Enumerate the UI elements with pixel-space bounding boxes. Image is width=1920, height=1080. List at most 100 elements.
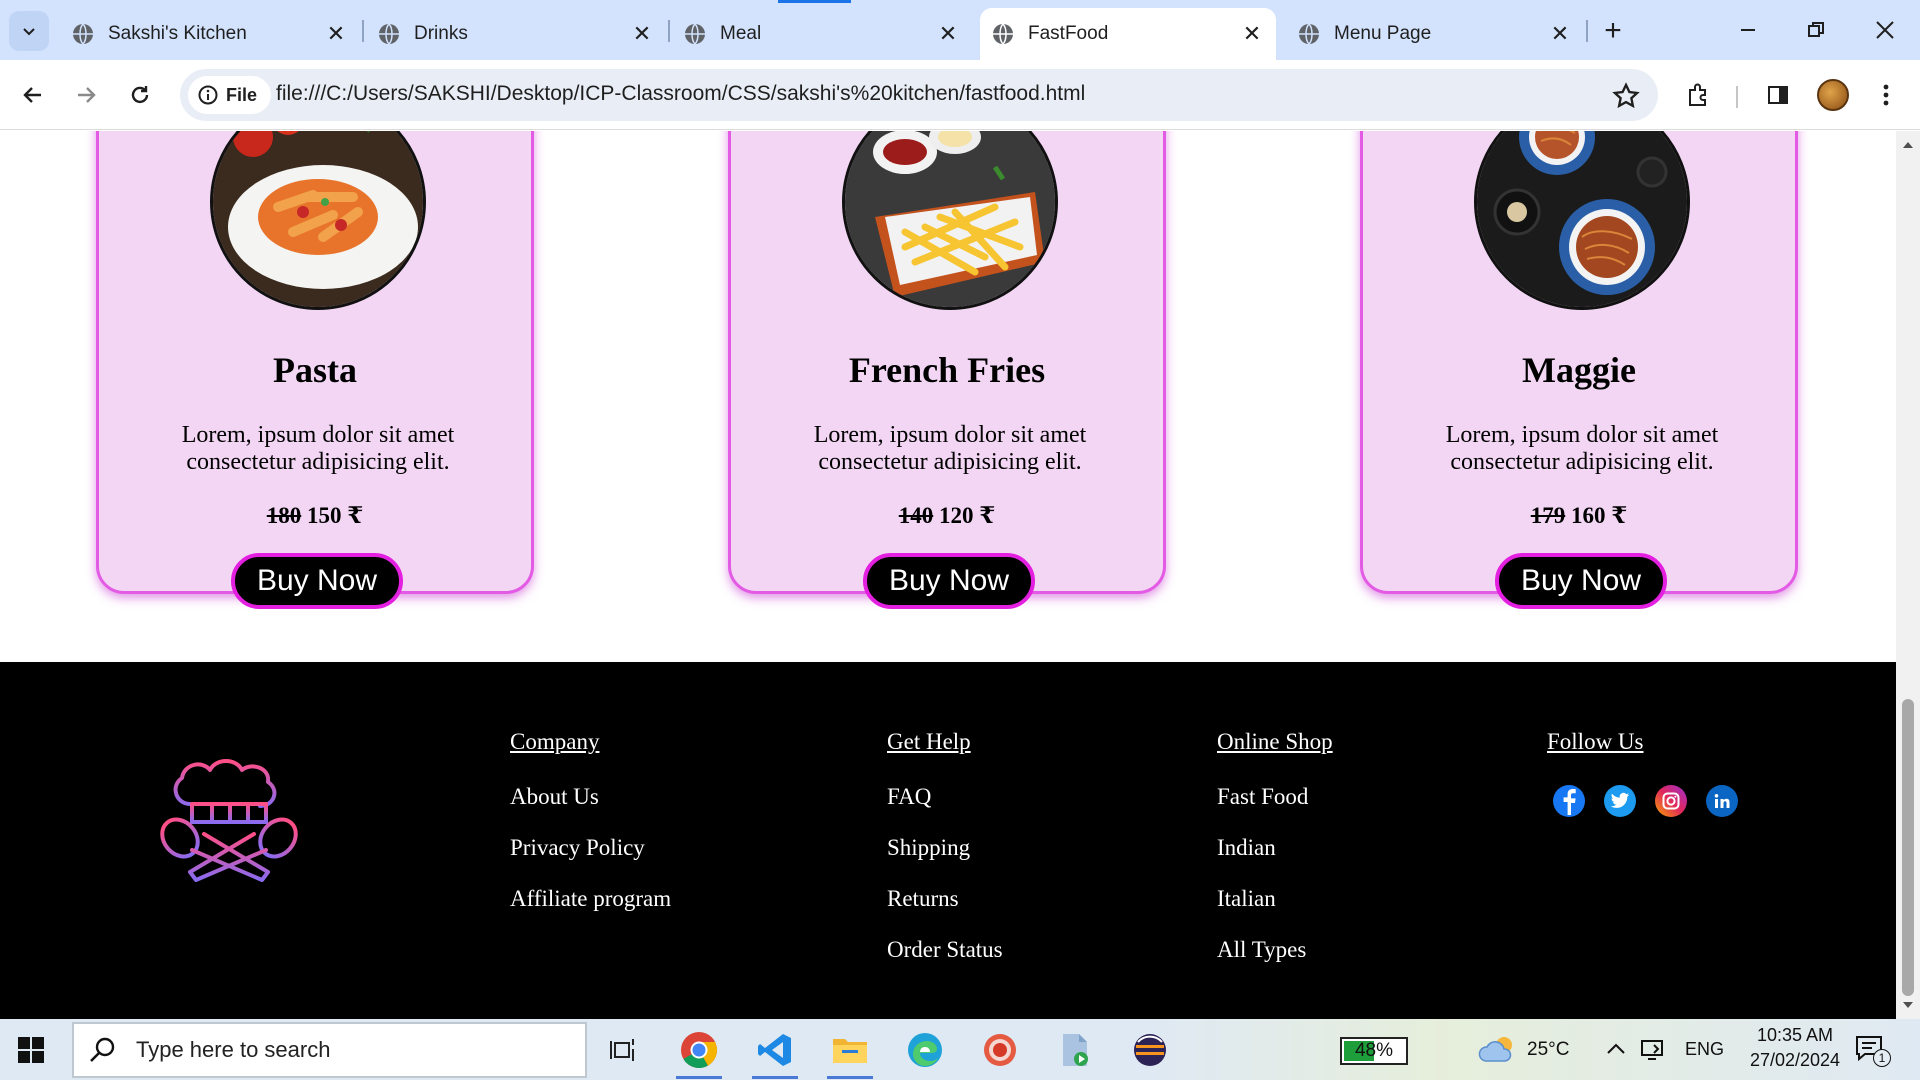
site-footer: Company About Us Privacy Policy Affiliat… <box>0 662 1896 1019</box>
close-icon[interactable]: ✕ <box>1548 21 1572 46</box>
vscode-taskbar-app[interactable] <box>750 1027 800 1079</box>
linkedin-icon[interactable] <box>1706 785 1738 817</box>
temperature: 25°C <box>1527 1039 1570 1060</box>
tab-title: Meal <box>720 23 762 44</box>
address-bar[interactable]: File file:///C:/Users/SAKSHI/Desktop/ICP… <box>180 69 1658 121</box>
card-description-line: Lorem, ipsum dolor sit amet <box>1445 422 1719 448</box>
chrome-taskbar-app[interactable] <box>674 1027 724 1079</box>
footer-heading[interactable]: Follow Us <box>1547 729 1644 762</box>
notification-center-button[interactable]: 1 <box>1855 1035 1891 1067</box>
weather-cloud-icon[interactable] <box>1478 1033 1518 1065</box>
language-indicator[interactable]: ENG <box>1685 1039 1724 1060</box>
card-price: 140 120 ₹ <box>731 502 1163 529</box>
url-text[interactable]: file:///C:/Users/SAKSHI/Desktop/ICP-Clas… <box>276 82 1085 106</box>
footer-link[interactable]: Shipping <box>887 831 1003 864</box>
buy-now-button[interactable]: Buy Now <box>1495 553 1667 609</box>
close-window-button[interactable] <box>1862 8 1908 52</box>
reload-button[interactable] <box>122 77 158 113</box>
close-icon[interactable]: ✕ <box>936 21 960 46</box>
profile-avatar[interactable] <box>1817 79 1849 111</box>
buy-now-button[interactable]: Buy Now <box>863 553 1035 609</box>
record-icon <box>984 1034 1016 1066</box>
buy-now-button[interactable]: Buy Now <box>231 553 403 609</box>
card-title: French Fries <box>848 350 1046 390</box>
footer-link[interactable]: FAQ <box>887 780 1003 813</box>
restore-button[interactable] <box>1793 8 1839 52</box>
chef-logo-icon <box>160 759 298 882</box>
card-price: 180 150 ₹ <box>99 502 531 529</box>
twitter-icon[interactable] <box>1604 785 1636 817</box>
footer-link[interactable]: Returns <box>887 882 1003 915</box>
eclipse-icon <box>1134 1034 1166 1066</box>
footer-link[interactable]: Affiliate program <box>510 882 671 915</box>
close-icon[interactable]: ✕ <box>324 21 348 46</box>
search-placeholder: Type here to search <box>136 1037 331 1062</box>
puzzle-icon <box>1689 83 1706 106</box>
globe-icon <box>685 23 705 45</box>
tab-fastfood[interactable]: FastFood ✕ <box>980 8 1276 60</box>
browser-toolbar: File file:///C:/Users/SAKSHI/Desktop/ICP… <box>0 60 1920 130</box>
footer-link[interactable]: Privacy Policy <box>510 831 671 864</box>
side-panel-button[interactable] <box>1760 77 1796 113</box>
reload-icon <box>131 86 149 104</box>
bookmark-star-icon[interactable] <box>1612 82 1640 110</box>
facebook-icon[interactable] <box>1553 785 1585 817</box>
page-viewport: Pasta Lorem, ipsum dolor sit amet consec… <box>0 131 1896 1019</box>
toolbar-divider <box>1736 86 1738 108</box>
clock[interactable]: 10:35 AM 27/02/2024 <box>1740 1025 1850 1071</box>
battery-percent: 48% <box>1354 1040 1394 1061</box>
recorder-taskbar-app[interactable] <box>975 1027 1025 1073</box>
menu-button[interactable] <box>1868 77 1904 113</box>
footer-heading[interactable]: Online Shop <box>1217 729 1333 762</box>
chevron-up-icon[interactable] <box>1606 1041 1626 1055</box>
close-icon[interactable]: ✕ <box>1240 21 1264 46</box>
new-tab-button[interactable]: + <box>1596 14 1630 48</box>
taskbar-search[interactable]: Type here to search <box>72 1022 587 1078</box>
instagram-icon[interactable] <box>1655 785 1687 817</box>
eclipse-taskbar-app[interactable] <box>1125 1027 1175 1073</box>
footer-column-get-help: Get Help FAQ Shipping Returns Order Stat… <box>887 729 1003 966</box>
footer-link[interactable]: Italian <box>1217 882 1333 915</box>
edge-icon <box>908 1033 942 1067</box>
footer-link[interactable]: Order Status <box>887 933 1003 966</box>
footer-link[interactable]: All Types <box>1217 933 1333 966</box>
task-view-button[interactable] <box>598 1027 648 1073</box>
back-button[interactable] <box>15 77 51 113</box>
site-chip-label: File <box>226 84 258 105</box>
media-taskbar-app[interactable] <box>1050 1027 1100 1073</box>
close-icon[interactable]: ✕ <box>630 21 654 46</box>
scrollbar-thumb[interactable] <box>1902 699 1914 996</box>
card-description: Lorem, ipsum dolor sit amet consectetur … <box>1403 422 1761 476</box>
file-explorer-taskbar-app[interactable] <box>825 1027 875 1079</box>
footer-link[interactable]: Indian <box>1217 831 1333 864</box>
new-price: 120 ₹ <box>938 503 996 528</box>
card-title: Pasta <box>273 350 357 390</box>
tab-sakshis-kitchen[interactable]: Sakshi's Kitchen ✕ <box>60 8 360 60</box>
tab-meal[interactable]: Meal ✕ <box>672 8 972 60</box>
close-icon <box>1876 21 1894 39</box>
minimize-button[interactable] <box>1725 8 1771 52</box>
edge-taskbar-app[interactable] <box>900 1027 950 1073</box>
maggie-image <box>1474 131 1690 310</box>
tab-search-button[interactable] <box>9 11 49 51</box>
globe-icon <box>993 23 1013 45</box>
tab-menu-page[interactable]: Menu Page ✕ <box>1286 8 1584 60</box>
network-icon[interactable] <box>1640 1036 1666 1062</box>
extensions-button[interactable] <box>1681 77 1717 113</box>
windows-start-icon[interactable] <box>18 1037 44 1063</box>
footer-link[interactable]: Fast Food <box>1217 780 1333 813</box>
site-info-chip[interactable]: File <box>188 76 272 114</box>
tab-drinks[interactable]: Drinks ✕ <box>366 8 666 60</box>
food-card-pasta: Pasta Lorem, ipsum dolor sit amet consec… <box>96 131 534 609</box>
footer-heading[interactable]: Get Help <box>887 729 1003 762</box>
page-scrollbar[interactable] <box>1896 131 1920 1019</box>
task-view-icon <box>610 1039 634 1061</box>
scroll-down-arrow-icon[interactable] <box>1902 1001 1914 1011</box>
battery-indicator[interactable]: 48% <box>1340 1037 1408 1065</box>
scroll-up-arrow-icon[interactable] <box>1902 139 1914 149</box>
food-card-french-fries: French Fries Lorem, ipsum dolor sit amet… <box>728 131 1166 609</box>
footer-heading[interactable]: Company <box>510 729 671 762</box>
forward-button[interactable] <box>68 77 104 113</box>
footer-link[interactable]: About Us <box>510 780 671 813</box>
card-description-line: Lorem, ipsum dolor sit amet <box>813 422 1087 448</box>
